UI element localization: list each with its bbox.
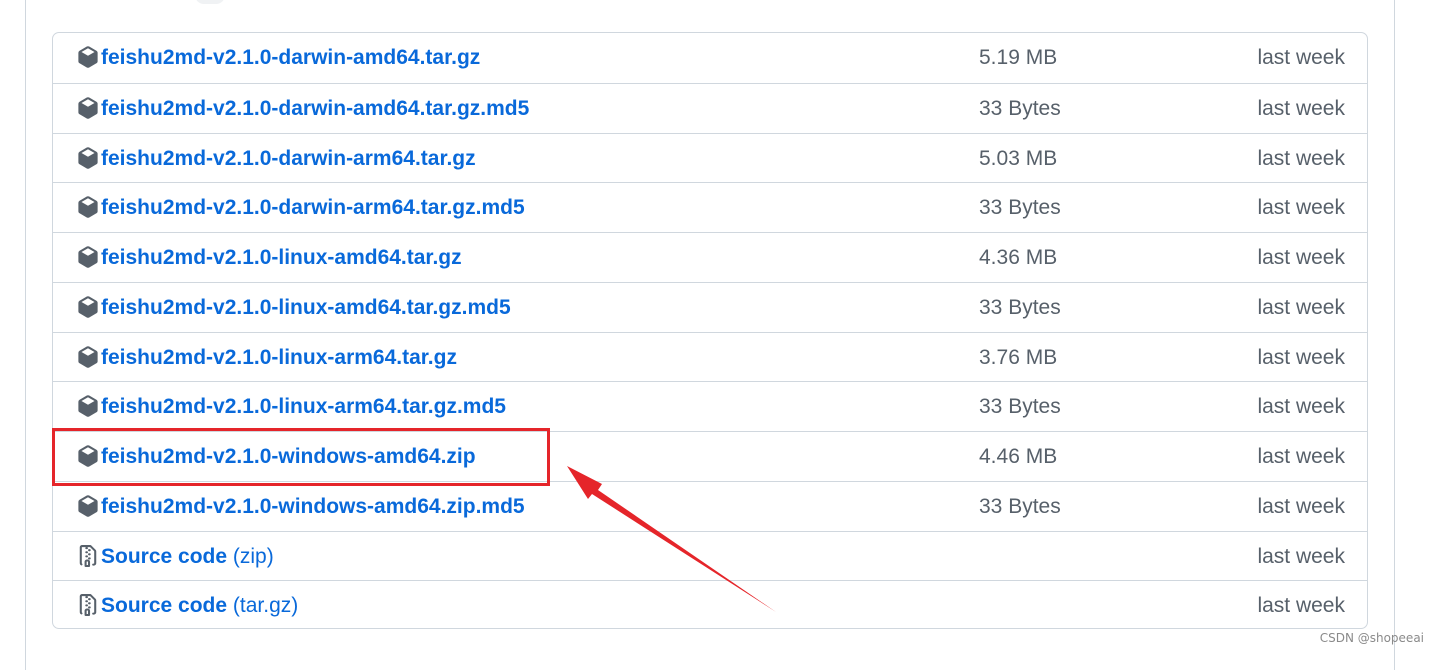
watermark: CSDN @shopeeai	[1319, 631, 1424, 645]
annotation-arrow-shape	[567, 466, 776, 612]
annotation-arrow	[567, 466, 776, 612]
